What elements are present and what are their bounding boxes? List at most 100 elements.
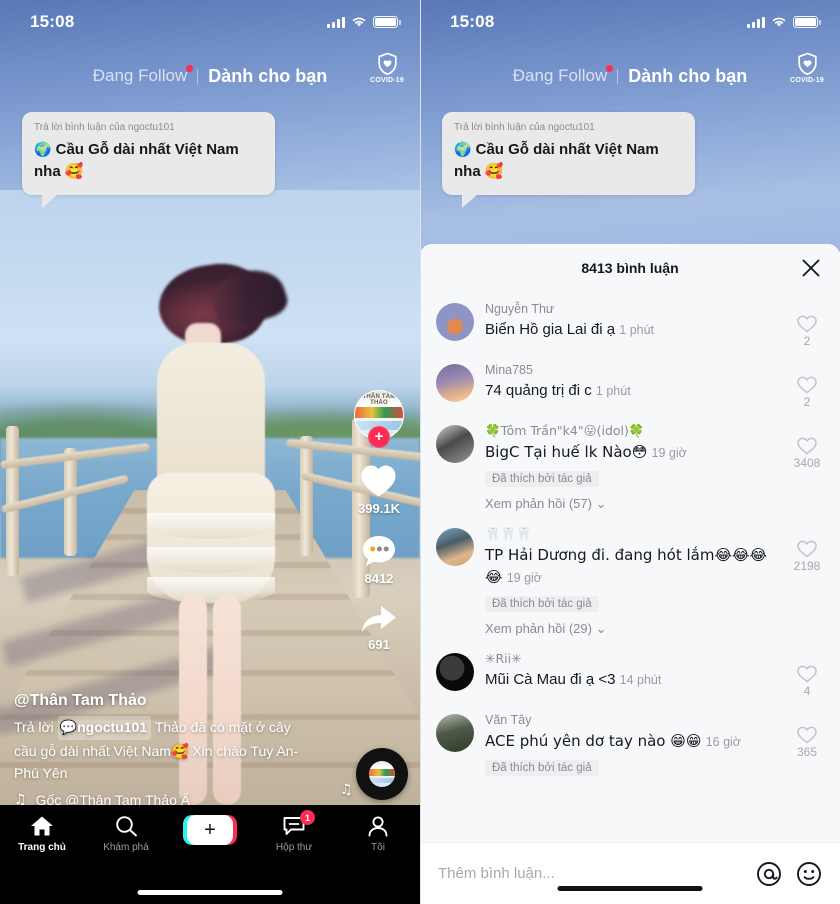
- comment-input[interactable]: Thêm bình luận...: [438, 865, 742, 882]
- bottom-tab-bar: Trang chủ Khám phá + 1 Hộp thư Tôi: [0, 805, 420, 904]
- list-item[interactable]: 🍀Tôm Trần"k4"😛(idol)🍀 BigC Tại huế lk Nà…: [436, 414, 824, 517]
- comment-author: 🦷🦷🦷: [485, 525, 532, 541]
- at-sign-icon[interactable]: [756, 861, 782, 887]
- status-clock: 15:08: [30, 12, 75, 31]
- reply-bubble-body: Cầu Gỗ dài nhất Việt Nam nha 🥰: [454, 141, 659, 180]
- close-comments-button[interactable]: [800, 257, 822, 279]
- comment-author: Văn Tây: [485, 712, 532, 727]
- create-plus-icon[interactable]: +: [183, 815, 237, 845]
- video-action-rail: THÂN TÂM THẢO + 399.1K 8412 691: [346, 390, 412, 670]
- comment-text: ACE phú yên dơ tay nào 😁😁 16 giờ: [485, 731, 779, 753]
- caption-mention[interactable]: 💬ngoctu101: [57, 715, 152, 740]
- list-item[interactable]: 🦷🦷🦷 TP Hải Dương đi. đang hót lắm😂😂😂😂 19…: [436, 517, 824, 642]
- comments-header: 8413 bình luận: [420, 244, 840, 292]
- phone-screen-video: 15:08 Đang Follow Dành cho bạn COVID-19 …: [0, 0, 420, 904]
- tab-following[interactable]: Đang Follow: [503, 65, 618, 86]
- heart-icon: [797, 376, 817, 394]
- comment-text: TP Hải Dương đi. đang hót lắm😂😂😂😂 19 giờ: [485, 545, 779, 588]
- smiley-face-icon[interactable]: [796, 861, 822, 887]
- tab-create[interactable]: +: [175, 815, 245, 850]
- avatar[interactable]: [436, 527, 474, 566]
- avatar[interactable]: [436, 364, 474, 402]
- reply-comment-bubble[interactable]: Trả lời bình luận của ngoctu101 🌍 Cầu Gỗ…: [22, 112, 275, 207]
- reply-comment-bubble[interactable]: Trả lời bình luận của ngoctu101 🌍 Cầu Gỗ…: [442, 112, 695, 207]
- comment-like-button[interactable]: 365: [790, 712, 824, 776]
- caption-text: Trả lời 💬ngoctu101 Thảo đã có mặt ở cây …: [14, 715, 314, 785]
- globe-icon: 🌍: [454, 142, 472, 158]
- list-item[interactable]: Nguyễn Thư Biển Hồ gia Lai đi ạ 1 phút 2: [436, 292, 824, 353]
- globe-icon: 🌍: [34, 142, 52, 158]
- avatar[interactable]: [436, 425, 474, 463]
- comment-body: ACE phú yên dơ tay nào 😁😁: [485, 731, 702, 750]
- comments-list[interactable]: Nguyễn Thư Biển Hồ gia Lai đi ạ 1 phút 2: [420, 292, 840, 842]
- avatar[interactable]: [436, 652, 474, 691]
- music-disc-button[interactable]: ♫: [340, 748, 408, 800]
- list-item[interactable]: Mina785 74 quảng trị đi c 1 phút 2: [436, 353, 824, 414]
- avatar[interactable]: [436, 303, 474, 341]
- tab-inbox[interactable]: 1 Hộp thư: [259, 810, 329, 853]
- tab-following[interactable]: Đang Follow: [83, 65, 198, 86]
- comment-like-button[interactable]: 3408: [790, 423, 824, 512]
- caption-username[interactable]: @Thân Tam Thảo: [14, 692, 314, 710]
- tab-following-label: Đang Follow: [92, 66, 188, 85]
- comment-author: 🍀Tôm Trần"k4"😛(idol)🍀: [485, 423, 645, 438]
- top-nav-tabs: Đang Follow Dành cho bạn: [0, 56, 420, 96]
- tab-inbox-label: Hộp thư: [275, 842, 313, 853]
- author-avatar-button[interactable]: THÂN TÂM THẢO +: [354, 390, 404, 448]
- tab-following-label: Đang Follow: [512, 66, 608, 85]
- covid-info-button[interactable]: COVID-19: [790, 52, 824, 84]
- comment-count: 8412: [364, 571, 394, 586]
- tab-discover-label: Khám phá: [103, 842, 149, 853]
- like-action[interactable]: 399.1K: [358, 464, 400, 516]
- comment-like-button[interactable]: 2198: [790, 526, 824, 637]
- liked-by-author-badge: Đã thích bởi tác giả: [485, 470, 599, 487]
- tab-home[interactable]: Trang chủ: [7, 815, 77, 853]
- reply-bubble-subtitle: Trả lời bình luận của ngoctu101: [454, 122, 595, 133]
- list-item[interactable]: Văn Tây ACE phú yên dơ tay nào 😁😁 16 giờ…: [436, 703, 824, 781]
- status-clock: 15:08: [450, 12, 495, 31]
- tab-for-you[interactable]: Dành cho bạn: [198, 66, 337, 87]
- comment-text: BigC Tại huế lk Nào😳 19 giờ: [485, 442, 779, 464]
- comment-time: 19 giờ: [506, 570, 543, 585]
- chevron-down-icon: ⌄: [595, 620, 607, 636]
- view-replies-button[interactable]: Xem phản hồi (29) ⌄: [485, 621, 779, 637]
- tab-discover[interactable]: Khám phá: [91, 815, 161, 853]
- comments-count-title: 8413 bình luận: [581, 260, 679, 276]
- status-bar: 15:08: [0, 0, 420, 44]
- dual-screenshot-container: 15:08 Đang Follow Dành cho bạn COVID-19 …: [0, 0, 840, 904]
- view-replies-label: Xem phản hồi (57): [485, 495, 592, 511]
- music-note-icon: ♫: [340, 782, 353, 798]
- comment-action[interactable]: 8412: [361, 534, 397, 586]
- caption-line-1: Thảo đã có mặt ở cây: [154, 718, 291, 735]
- profile-icon: [368, 816, 388, 837]
- wifi-icon: [772, 17, 786, 27]
- follow-button[interactable]: +: [368, 426, 390, 448]
- tab-home-label: Trang chủ: [18, 842, 66, 853]
- comment-like-button[interactable]: 2: [790, 301, 824, 348]
- comment-like-count: 3408: [793, 456, 821, 470]
- comment-time: 1 phút: [619, 323, 655, 338]
- list-item[interactable]: ✳Rii✳ Mũi Cà Mau đi ạ <3 14 phút 4: [436, 642, 824, 703]
- signal-bars-icon: [327, 16, 345, 28]
- comment-like-button[interactable]: 4: [790, 651, 824, 698]
- tab-for-you[interactable]: Dành cho bạn: [618, 66, 757, 87]
- chevron-down-icon: ⌄: [595, 495, 607, 511]
- tab-profile[interactable]: Tôi: [343, 815, 413, 853]
- avatar[interactable]: [436, 713, 474, 752]
- heart-icon: [797, 437, 817, 455]
- tab-for-you-label: Dành cho bạn: [208, 65, 328, 86]
- comment-like-button[interactable]: 2: [790, 362, 824, 409]
- comment-time: 14 phút: [619, 672, 662, 687]
- view-replies-button[interactable]: Xem phản hồi (57) ⌄: [485, 496, 779, 512]
- share-action[interactable]: 691: [360, 604, 398, 652]
- tab-profile-label: Tôi: [371, 842, 385, 853]
- shield-heart-icon: [797, 52, 817, 76]
- home-icon: [31, 816, 53, 836]
- home-indicator: [137, 890, 283, 895]
- caption-mention-name: ngoctu101: [77, 718, 148, 735]
- battery-icon: [793, 16, 821, 28]
- heart-icon: [797, 665, 817, 682]
- comment-body: Biển Hồ gia Lai đi ạ: [485, 321, 616, 339]
- covid-info-button[interactable]: COVID-19: [370, 52, 404, 84]
- comment-author: Mina785: [485, 363, 533, 377]
